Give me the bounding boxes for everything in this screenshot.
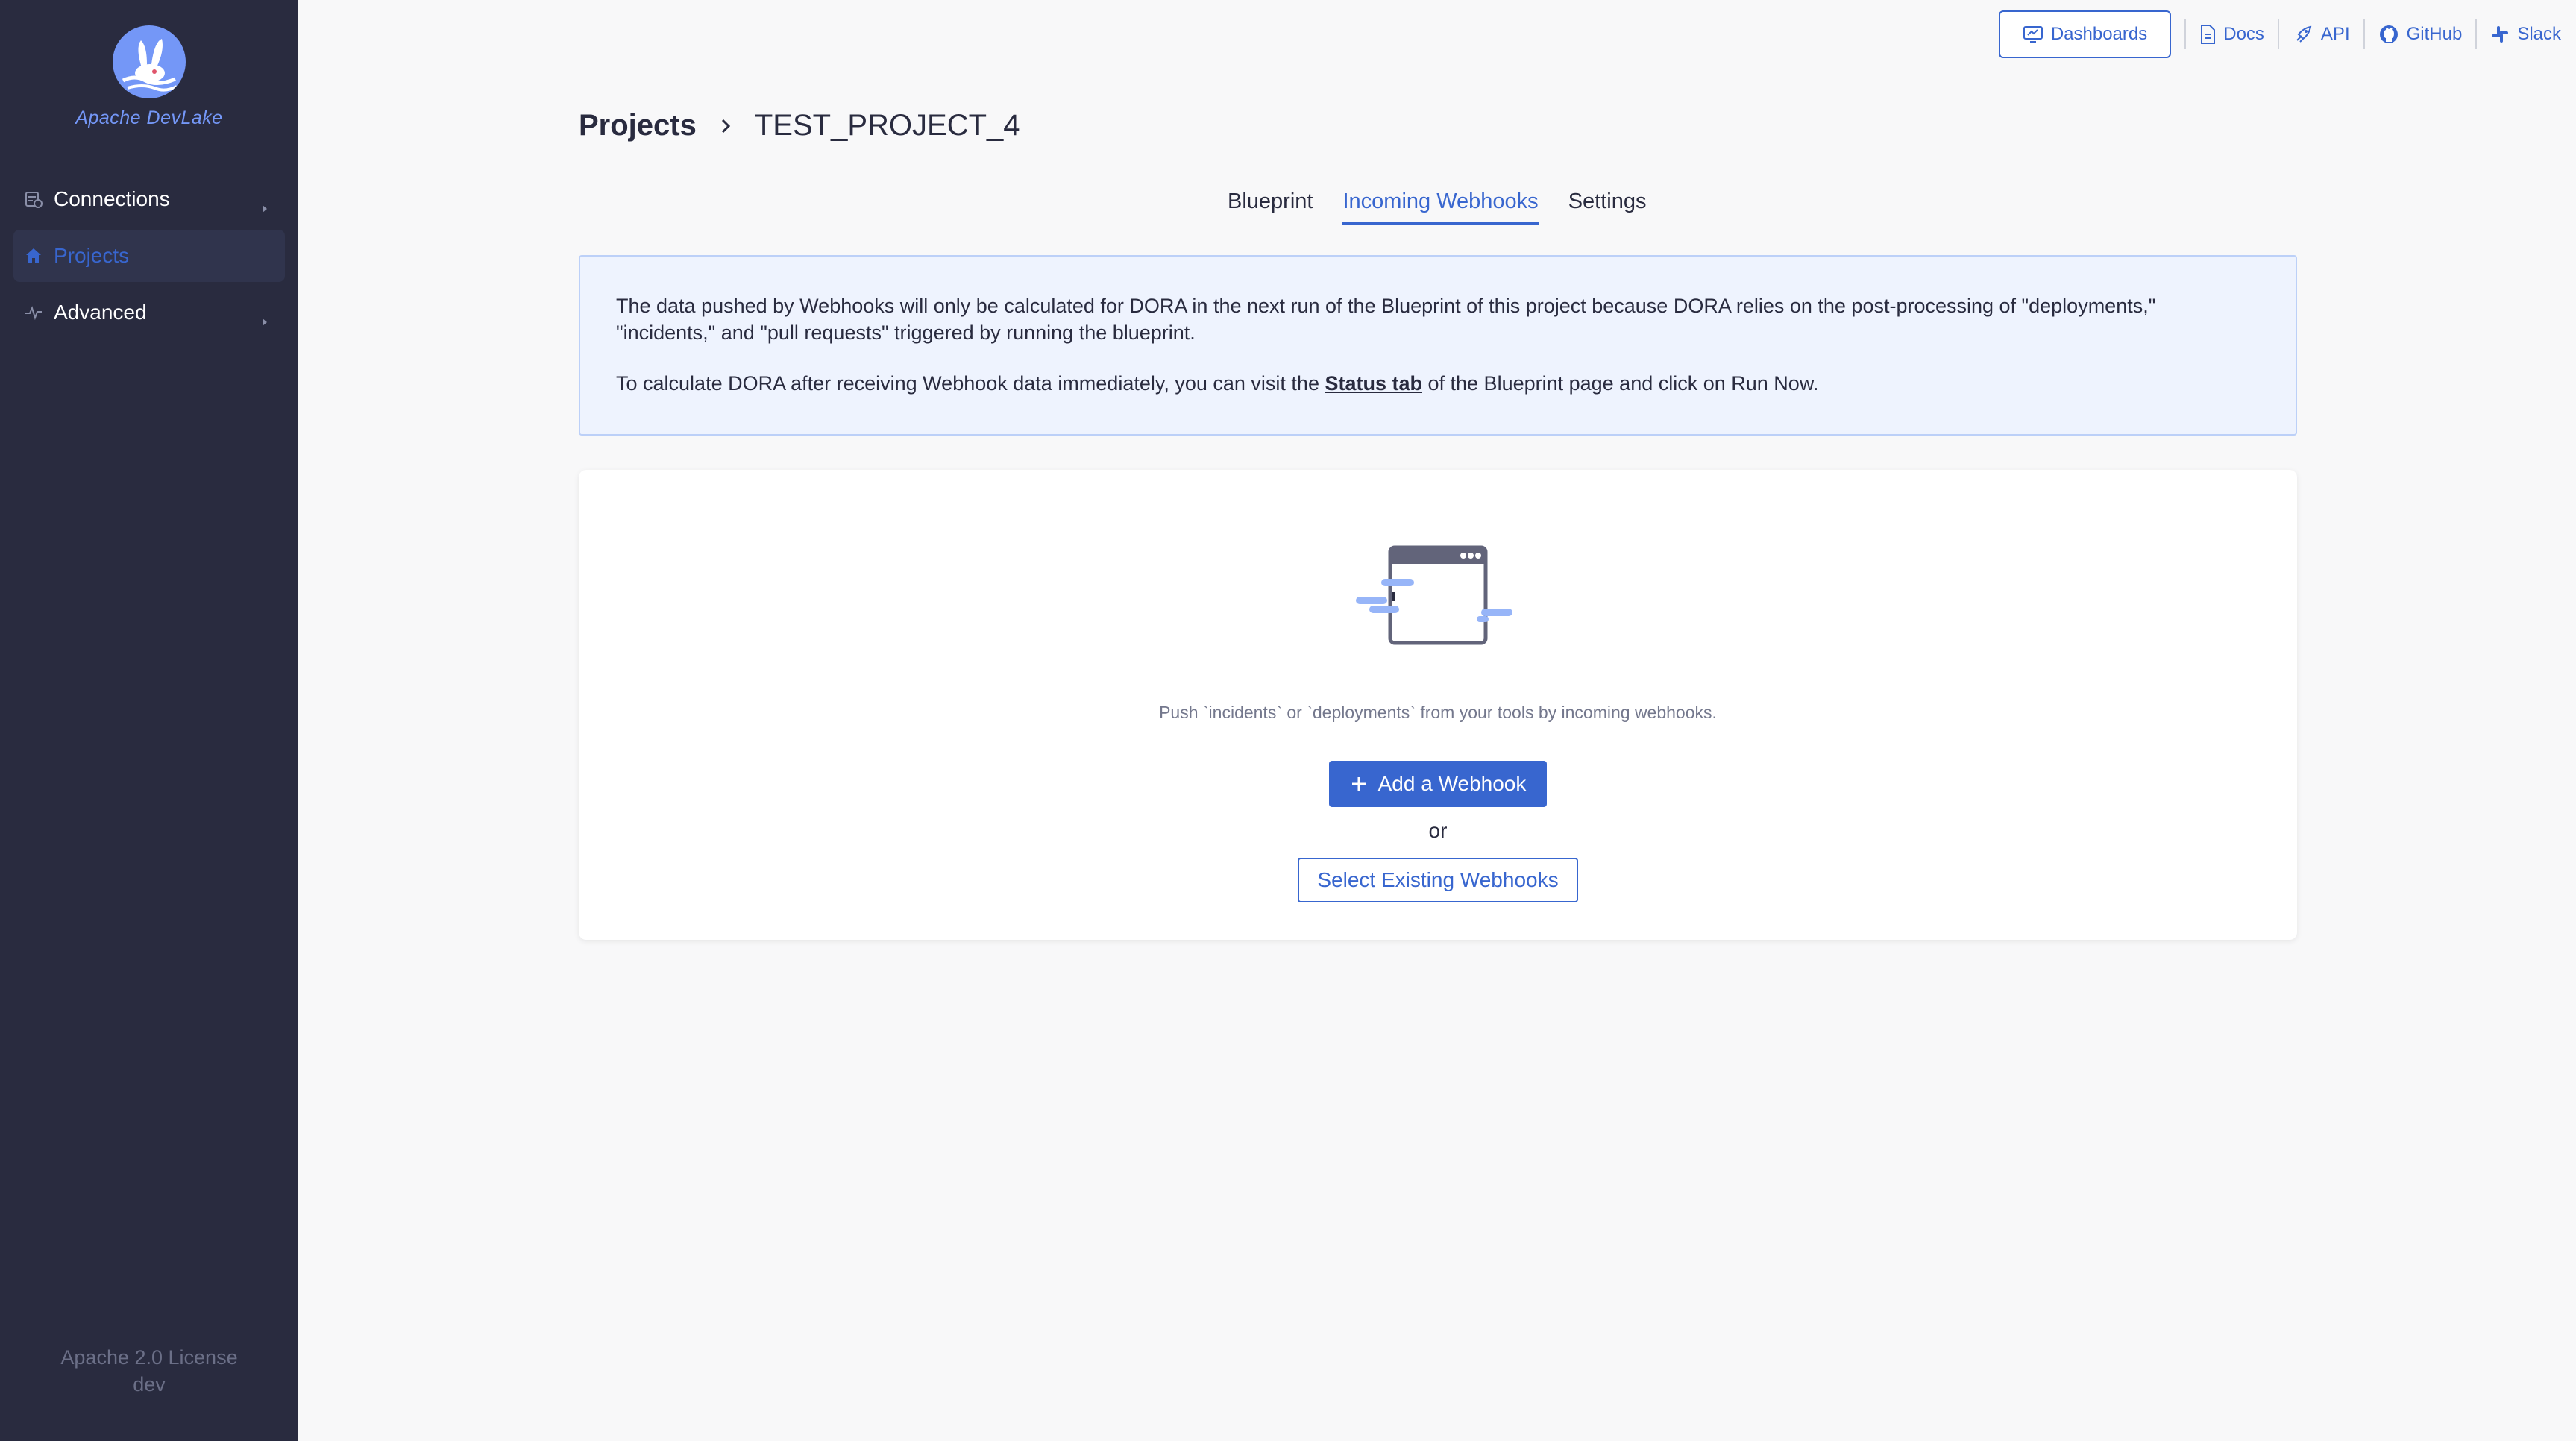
rocket-icon bbox=[2296, 25, 2312, 43]
api-link[interactable]: API bbox=[2279, 24, 2363, 45]
breadcrumb: Projects TEST_PROJECT_4 bbox=[579, 109, 1020, 142]
webhooks-empty-card: Push `incidents` or `deployments` from y… bbox=[579, 470, 2297, 940]
status-tab-link[interactable]: Status tab bbox=[1325, 372, 1422, 395]
home-icon bbox=[24, 246, 43, 266]
version-text: dev bbox=[133, 1373, 166, 1396]
rabbit-logo-icon bbox=[113, 25, 186, 98]
notice-prefix: To calculate DORA after receiving Webhoo… bbox=[616, 372, 1325, 395]
slack-label: Slack bbox=[2517, 24, 2561, 44]
slack-icon bbox=[2492, 26, 2509, 43]
or-separator: or bbox=[1428, 819, 1448, 842]
sidebar-item-projects[interactable]: Projects bbox=[13, 230, 285, 282]
github-icon bbox=[2379, 25, 2398, 43]
tab-settings[interactable]: Settings bbox=[1568, 189, 1647, 225]
license-info: Apache 2.0 License dev bbox=[0, 1344, 298, 1398]
notice-suffix: of the Blueprint page and click on Run N… bbox=[1422, 372, 1819, 395]
add-webhook-label: Add a Webhook bbox=[1377, 772, 1527, 795]
webhook-window-illustration bbox=[1354, 543, 1518, 651]
tab-blueprint[interactable]: Blueprint bbox=[1228, 189, 1313, 225]
database-icon bbox=[24, 189, 43, 209]
dashboards-label: Dashboards bbox=[2050, 24, 2148, 44]
select-existing-webhooks-button[interactable]: Select Existing Webhooks bbox=[1298, 858, 1578, 902]
notice-text-2: To calculate DORA after receiving Webhoo… bbox=[616, 370, 2260, 397]
app-name: Apache DevLake bbox=[75, 107, 223, 128]
sidebar-item-connections[interactable]: Connections bbox=[13, 173, 285, 225]
empty-state-message: Push `incidents` or `deployments` from y… bbox=[1159, 703, 1717, 722]
license-text: Apache 2.0 License bbox=[60, 1346, 238, 1369]
sidebar-nav: Connections Projects Advanced bbox=[13, 173, 285, 343]
breadcrumb-projects-link[interactable]: Projects bbox=[579, 109, 697, 142]
top-links: Dashboards Docs API GitHub Slack bbox=[1998, 10, 2561, 58]
add-webhook-button[interactable]: Add a Webhook bbox=[1329, 761, 1547, 807]
caret-right-icon bbox=[261, 195, 268, 213]
page-title: TEST_PROJECT_4 bbox=[754, 109, 1020, 142]
github-label: GitHub bbox=[2406, 24, 2463, 44]
slack-link[interactable]: Slack bbox=[2477, 24, 2561, 45]
monitor-icon bbox=[2023, 26, 2043, 43]
sidebar-item-label: Advanced bbox=[54, 301, 147, 324]
sidebar-item-advanced[interactable]: Advanced bbox=[13, 286, 285, 339]
document-icon bbox=[2201, 25, 2216, 44]
chevron-right-icon bbox=[719, 109, 732, 142]
app-logo[interactable]: Apache DevLake bbox=[0, 25, 298, 129]
pulse-icon bbox=[24, 303, 43, 322]
sidebar-item-label: Connections bbox=[54, 187, 170, 210]
caret-right-icon bbox=[261, 308, 268, 326]
docs-label: Docs bbox=[2223, 24, 2264, 44]
github-link[interactable]: GitHub bbox=[2365, 24, 2476, 45]
dashboards-button[interactable]: Dashboards bbox=[1998, 10, 2172, 58]
notice-text: The data pushed by Webhooks will only be… bbox=[616, 295, 2156, 344]
tab-incoming-webhooks[interactable]: Incoming Webhooks bbox=[1342, 189, 1539, 225]
dora-info-callout: The data pushed by Webhooks will only be… bbox=[579, 255, 2297, 436]
sidebar: Apache DevLake Connections Projects Adva… bbox=[0, 0, 298, 1441]
project-tabs: Blueprint Incoming Webhooks Settings bbox=[1228, 189, 1676, 225]
docs-link[interactable]: Docs bbox=[2186, 24, 2278, 45]
sidebar-item-label: Projects bbox=[54, 244, 130, 267]
plus-icon bbox=[1351, 777, 1366, 791]
api-label: API bbox=[2320, 24, 2350, 44]
